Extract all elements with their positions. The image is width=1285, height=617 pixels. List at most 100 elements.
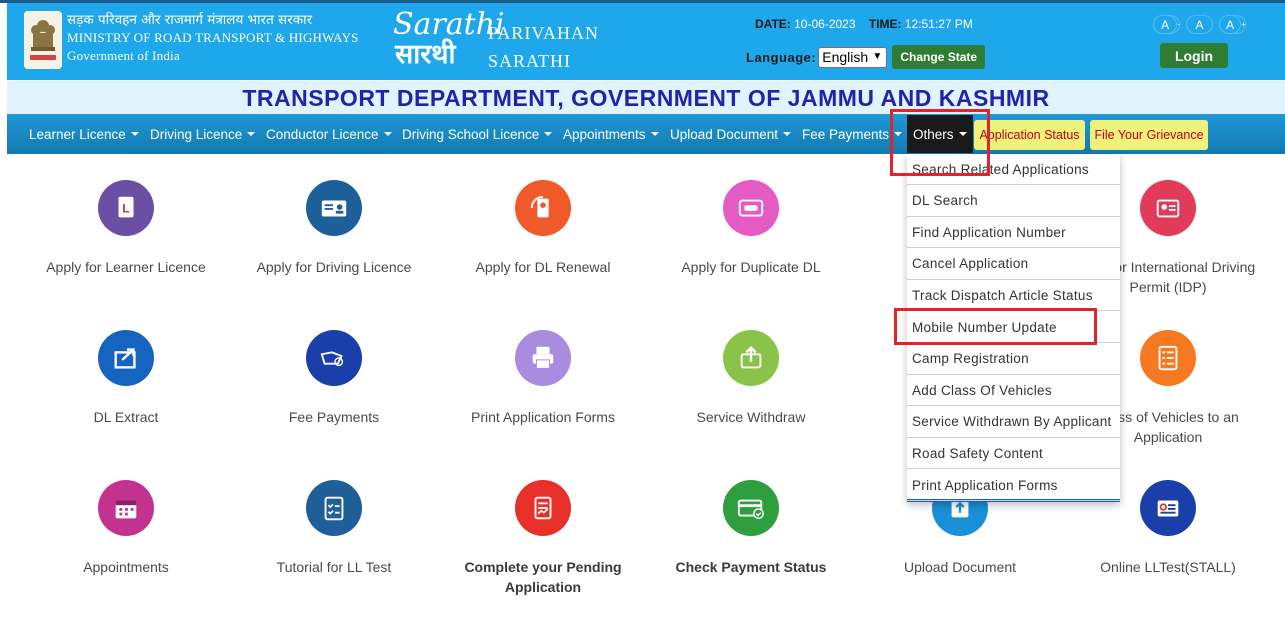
tile-label: Apply for Duplicate DL [681,259,821,275]
tile-label: Tutorial for LL Test [276,559,392,575]
nav-driving-school-licence[interactable]: Driving School Licence [402,114,553,154]
service-tile-fee-payments[interactable]: Fee Payments [234,330,434,440]
dropdown-item-camp-registration[interactable]: Camp Registration [907,344,1120,375]
date-label: DATE: [755,17,791,31]
service-tile-pending-application[interactable]: Complete your Pending Application [443,480,643,595]
nav-label: Others [913,126,954,142]
site-header: सड़क परिवहन और राजमार्ग मंत्रालय भारत सर… [7,3,1285,80]
dl-extract-icon [98,330,154,386]
print-icon [515,330,571,386]
dropdown-item-road-safety-content[interactable]: Road Safety Content [907,438,1120,470]
tile-label: Upload Document [903,559,1017,575]
class-of-vehicles-icon [1140,330,1196,386]
language-label: Language: [746,49,817,65]
department-title: TRANSPORT DEPARTMENT, GOVERNMENT OF JAMM… [7,81,1285,114]
service-tile-payment-status[interactable]: Check Payment Status [651,480,851,590]
service-tile-duplicate-dl[interactable]: Apply for Duplicate DL [651,180,851,290]
nav-label: Appointments [563,126,646,142]
language-select[interactable]: English ▼ [818,46,888,68]
nav-driving-licence[interactable]: Driving Licence [150,114,256,154]
ministry-hindi: सड़क परिवहन और राजमार्ग मंत्रालय भारत सर… [67,12,313,28]
tutorial-icon [306,480,362,536]
dropdown-item-find-application-number[interactable]: Find Application Number [907,217,1120,249]
nav-appointments[interactable]: Appointments [563,114,659,154]
font-size-controls: A- A A + [1153,15,1246,34]
brand-line-parivahan: PARIVAHAN [488,23,600,43]
tile-label: Appointments [83,559,169,575]
caret-down-icon [894,132,903,136]
tile-label: Print Application Forms [471,409,615,425]
dropdown-item-track-dispatch-article-status[interactable]: Track Dispatch Article Status [907,280,1120,312]
caret-down-icon [958,132,967,136]
caret-down-icon [383,132,392,136]
tile-label: Online LLTest(STALL) [1100,559,1236,575]
change-state-button[interactable]: Change State [892,45,986,69]
dropdown-item-search-related-applications[interactable]: Search Related Applications [907,154,1120,185]
service-tile-dl-renewal[interactable]: Apply for DL Renewal [443,180,643,290]
language-selected: English [822,49,869,65]
tile-label: DL Extract [93,409,159,425]
brand-line-sarathi: SARATHI [488,51,572,71]
duplicate-dl-icon [723,180,779,236]
font-decrease-button[interactable]: A- [1153,15,1180,34]
nav-label: Conductor Licence [266,126,379,142]
ministry-title: सड़क परिवहन और राजमार्ग मंत्रालय भारत सर… [67,11,359,65]
service-tile-print[interactable]: Print Application Forms [443,330,643,440]
application-status-button[interactable]: Application Status [974,120,1085,150]
font-increase-button[interactable]: A + [1219,15,1246,34]
dropdown-item-print-application-forms[interactable]: Print Application Forms [907,470,1120,501]
service-tile-learner-licence[interactable]: L Apply for Learner Licence [26,180,226,290]
dropdown-item-mobile-number-update[interactable]: Mobile Number Update [907,312,1120,343]
tile-label: Fee Payments [288,409,380,425]
online-lltest-icon [1140,480,1196,536]
font-increase-letter: A [1219,15,1242,34]
tile-label: Service Withdraw [696,409,806,425]
service-tile-service-withdraw[interactable]: Service Withdraw [651,330,851,440]
sarathi-logo[interactable]: Sarathi सारथी [393,9,505,73]
service-tile-dl-extract[interactable]: DL Extract [26,330,226,440]
main-nav: Learner Licence Driving Licence Conducto… [7,114,1285,154]
font-normal-button[interactable]: A [1186,15,1213,34]
nav-others[interactable]: Others [907,115,973,153]
appointments-icon [98,480,154,536]
login-button[interactable]: Login [1160,43,1228,68]
caret-down-icon [130,132,139,136]
nav-label: Driving School Licence [402,126,540,142]
sarathi-logo-hindi: सारथी [395,39,456,70]
dl-renewal-icon [515,180,571,236]
others-dropdown-menu: Search Related Applications DL Search Find… [907,154,1120,502]
dropdown-item-service-withdrawn-by-applicant[interactable]: Service Withdrawn By Applicant [907,407,1120,438]
font-decrease-letter: A [1153,15,1178,34]
font-increase-sign: + [1241,20,1246,29]
nav-conductor-licence[interactable]: Conductor Licence [266,114,392,154]
learner-licence-icon: L [98,180,154,236]
government-of-india: Government of India [67,48,180,63]
dropdown-item-add-class-of-vehicles[interactable]: Add Class Of Vehicles [907,375,1120,407]
nav-learner-licence[interactable]: Learner Licence [29,114,139,154]
service-tile-driving-licence[interactable]: Apply for Driving Licence [234,180,434,290]
nav-label: Fee Payments [802,126,890,142]
nav-label: Driving Licence [150,126,243,142]
service-withdraw-icon [723,330,779,386]
tile-label: Apply for DL Renewal [475,259,611,275]
idp-icon [1140,180,1196,236]
service-tile-appointments[interactable]: Appointments [26,480,226,590]
driving-licence-icon [306,180,362,236]
tile-label: Check Payment Status [675,559,827,575]
caret-down-icon [650,132,659,136]
caret-down-icon [247,132,256,136]
language-row: Language: English ▼ Change State [746,45,986,69]
nav-fee-payments[interactable]: Fee Payments [802,114,903,154]
brand-name: PARIVAHAN SARATHI [488,19,599,75]
time-value: 12:51:27 PM [904,17,973,31]
file-grievance-button[interactable]: File Your Grievance [1090,120,1208,150]
service-tile-tutorial[interactable]: Tutorial for LL Test [234,480,434,590]
pending-application-icon [515,480,571,536]
nav-upload-document[interactable]: Upload Document [670,114,792,154]
svg-text:L: L [122,202,130,216]
dropdown-item-cancel-application[interactable]: Cancel Application [907,249,1120,280]
chevron-down-icon: ▼ [872,50,883,62]
national-emblem-icon [24,11,62,69]
dropdown-item-dl-search[interactable]: DL Search [907,186,1120,217]
caret-down-icon [783,132,792,136]
